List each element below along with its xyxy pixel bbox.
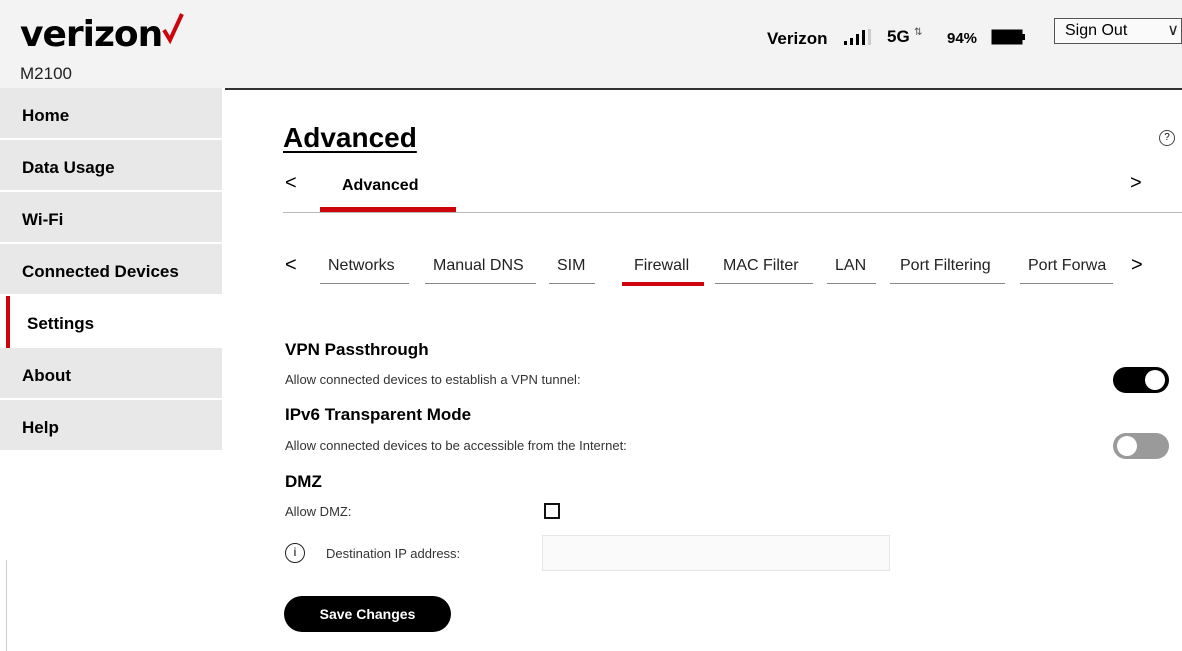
subtab-underline bbox=[890, 283, 1005, 284]
header-divider bbox=[225, 88, 1182, 90]
subtab-port-filtering[interactable]: Port Filtering bbox=[900, 257, 991, 275]
sidebar-item-data-usage[interactable]: Data Usage bbox=[0, 140, 222, 192]
vpn-passthrough-title: VPN Passthrough bbox=[285, 340, 429, 359]
destination-ip-input[interactable] bbox=[542, 535, 890, 571]
subtab-active-indicator bbox=[622, 282, 704, 286]
chevron-down-icon: ∨ bbox=[1167, 22, 1179, 39]
sidebar-divider bbox=[6, 560, 7, 651]
ipv6-transparent-desc: Allow connected devices to be accessible… bbox=[285, 438, 627, 453]
device-model: M2100 bbox=[20, 64, 72, 83]
tabs-divider bbox=[283, 212, 1182, 213]
tabs-next-arrow[interactable]: > bbox=[1130, 172, 1142, 195]
subtabs-prev-arrow[interactable]: < bbox=[285, 254, 297, 277]
sidebar-item-label: Settings bbox=[27, 314, 95, 333]
help-icon[interactable]: ? bbox=[1159, 130, 1175, 146]
sidebar-item-label: Data Usage bbox=[22, 158, 115, 177]
carrier-name: Verizon bbox=[767, 29, 828, 48]
sidebar-item-label: Help bbox=[22, 418, 59, 437]
vpn-passthrough-toggle[interactable] bbox=[1113, 367, 1169, 393]
sidebar-item-label: About bbox=[22, 366, 72, 385]
dmz-title: DMZ bbox=[285, 472, 322, 491]
sidebar-item-help[interactable]: Help bbox=[0, 400, 222, 452]
subtab-lan[interactable]: LAN bbox=[835, 257, 866, 275]
subtab-port-forwarding[interactable]: Port Forwa bbox=[1028, 257, 1106, 275]
sidebar-item-connected-devices[interactable]: Connected Devices bbox=[0, 244, 222, 296]
subtab-sim[interactable]: SIM bbox=[557, 257, 585, 275]
subtab-underline bbox=[827, 283, 876, 284]
ipv6-transparent-toggle[interactable] bbox=[1113, 433, 1169, 459]
subtab-underline bbox=[1020, 283, 1113, 284]
subtab-underline bbox=[549, 283, 595, 284]
ipv6-transparent-title: IPv6 Transparent Mode bbox=[285, 405, 472, 424]
subtab-mac-filter[interactable]: MAC Filter bbox=[723, 257, 799, 275]
save-changes-button[interactable]: Save Changes bbox=[284, 596, 451, 632]
info-icon[interactable]: i bbox=[285, 543, 305, 563]
allow-dmz-label: Allow DMZ: bbox=[285, 504, 352, 519]
battery-percent: 94% bbox=[947, 30, 978, 47]
header-bar: verizon M2100 Verizon 5G ⇅ 94% Sign Out … bbox=[0, 0, 1182, 88]
subtab-networks[interactable]: Networks bbox=[328, 257, 395, 275]
battery-icon bbox=[991, 29, 1025, 45]
toggle-knob bbox=[1117, 436, 1137, 456]
subtab-underline bbox=[715, 283, 813, 284]
data-activity-icon: ⇅ bbox=[914, 27, 923, 38]
subtab-manual-dns[interactable]: Manual DNS bbox=[433, 257, 524, 275]
page-title: Advanced bbox=[283, 122, 417, 153]
subtabs-next-arrow[interactable]: > bbox=[1131, 254, 1143, 277]
subtab-firewall[interactable]: Firewall bbox=[634, 257, 689, 275]
signal-strength-icon bbox=[844, 29, 871, 45]
sidebar-item-label: Home bbox=[22, 106, 70, 125]
tabs-prev-arrow[interactable]: < bbox=[285, 172, 297, 195]
sign-out-dropdown[interactable]: Sign Out ∨ bbox=[1054, 18, 1182, 44]
subtab-underline bbox=[425, 283, 536, 284]
allow-dmz-checkbox[interactable] bbox=[544, 503, 560, 519]
tab-advanced[interactable]: Advanced bbox=[342, 177, 418, 195]
sidebar-item-about[interactable]: About bbox=[0, 348, 222, 400]
toggle-knob bbox=[1145, 370, 1165, 390]
sidebar-item-label: Connected Devices bbox=[22, 262, 179, 281]
verizon-logo: verizon bbox=[20, 14, 163, 55]
vpn-passthrough-desc: Allow connected devices to establish a V… bbox=[285, 372, 581, 387]
sign-out-label: Sign Out bbox=[1065, 22, 1128, 39]
sidebar-item-settings[interactable]: Settings bbox=[0, 296, 222, 348]
destination-ip-label: Destination IP address: bbox=[326, 546, 461, 561]
sidebar-item-home[interactable]: Home bbox=[0, 88, 222, 140]
sidebar-item-wifi[interactable]: Wi-Fi bbox=[0, 192, 222, 244]
logo-check-icon bbox=[162, 13, 184, 44]
subtab-underline bbox=[320, 283, 409, 284]
network-type: 5G bbox=[887, 27, 910, 46]
sidebar-nav: Home Data Usage Wi-Fi Connected Devices … bbox=[0, 88, 222, 452]
sidebar-item-label: Wi-Fi bbox=[22, 210, 64, 229]
